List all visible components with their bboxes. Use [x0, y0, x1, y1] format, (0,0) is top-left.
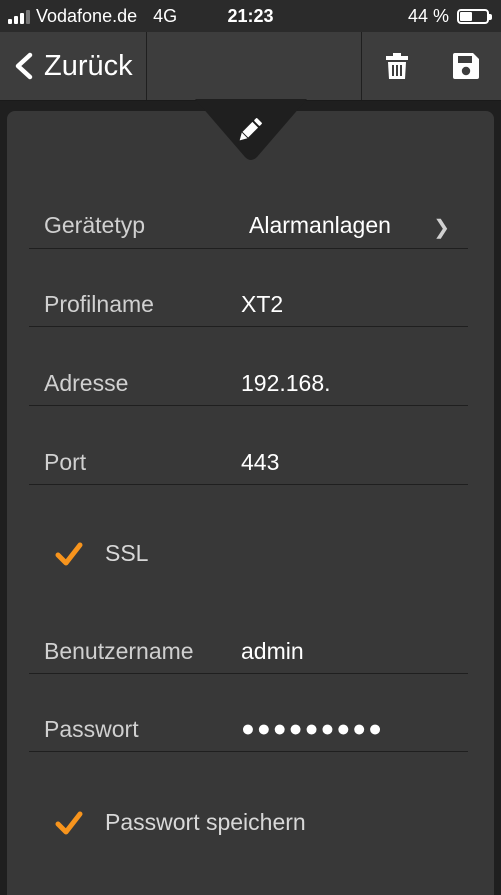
chevron-left-icon	[15, 52, 33, 80]
device-type-row[interactable]: Gerätetyp Alarmanlagen ❯	[29, 199, 468, 249]
port-row: Port 443	[29, 435, 468, 485]
battery-icon	[457, 9, 492, 24]
battery-level-fill	[460, 12, 473, 21]
username-row: Benutzername admin	[29, 624, 468, 674]
edit-mode-indicator	[195, 99, 307, 160]
status-right: 44 %	[407, 6, 492, 27]
device-type-label: Gerätetyp	[44, 212, 145, 238]
save-password-checkbox[interactable]: Passwort speichern	[55, 809, 306, 836]
ssl-checkbox[interactable]: SSL	[55, 540, 148, 567]
save-password-label: Passwort speichern	[105, 809, 306, 835]
trash-icon	[385, 53, 408, 79]
username-field[interactable]: admin	[241, 638, 304, 665]
address-label: Adresse	[44, 370, 129, 396]
password-row: Passwort ●●●●●●●●●	[29, 702, 468, 752]
checkmark-icon	[55, 542, 83, 565]
port-label: Port	[44, 449, 87, 475]
device-type-value: Alarmanlagen	[249, 212, 391, 238]
back-button[interactable]: Zurück	[0, 32, 147, 100]
profile-name-row: Profilname XT2	[29, 277, 468, 327]
delete-button[interactable]	[361, 32, 431, 100]
floppy-disk-icon	[453, 53, 479, 79]
battery-nub	[489, 14, 492, 20]
app-screen: Vodafone.de 4G 21:23 44 % Zurück Gerätet…	[0, 0, 501, 895]
status-bar: Vodafone.de 4G 21:23 44 %	[0, 0, 501, 32]
address-row: Adresse 192.168.	[29, 356, 468, 406]
password-field[interactable]: ●●●●●●●●●	[241, 715, 384, 742]
address-field[interactable]: 192.168.	[241, 370, 331, 397]
chevron-right-icon: ❯	[433, 217, 450, 239]
back-button-label: Zurück	[44, 49, 133, 82]
battery-percent: 44 %	[407, 6, 449, 26]
profile-name-label: Profilname	[44, 291, 154, 317]
profile-name-field[interactable]: XT2	[241, 291, 283, 318]
username-label: Benutzername	[44, 638, 194, 664]
port-field[interactable]: 443	[241, 449, 279, 476]
save-button[interactable]	[431, 32, 501, 100]
toolbar: Zurück	[0, 32, 501, 101]
ssl-label: SSL	[105, 540, 149, 566]
password-label: Passwort	[44, 716, 139, 742]
checkmark-icon	[55, 811, 83, 834]
